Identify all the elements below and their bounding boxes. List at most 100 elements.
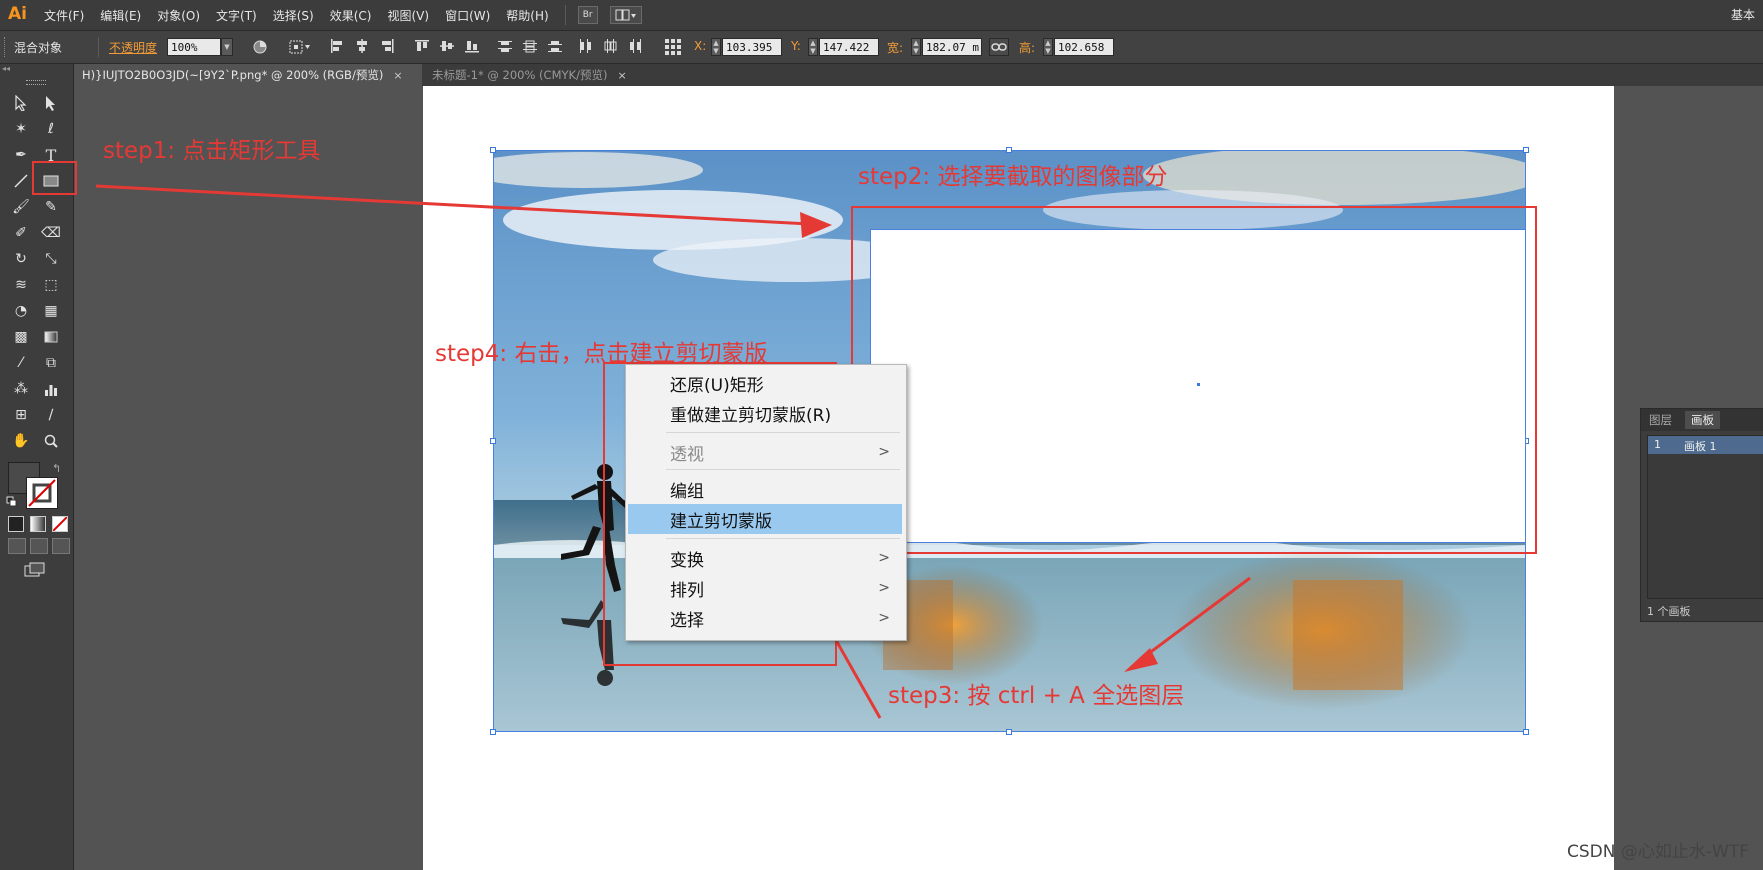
menu-item-redo-clipping-mask[interactable]: 重做建立剪切蒙版(R) xyxy=(628,398,902,428)
lasso-tool-icon[interactable]: ℓ xyxy=(40,118,62,140)
x-field[interactable]: 103.395 xyxy=(722,38,782,56)
menu-item-group[interactable]: 编组 xyxy=(628,474,902,504)
reference-point-icon[interactable] xyxy=(288,39,312,58)
perspective-grid-tool-icon[interactable]: ▦ xyxy=(40,300,62,322)
artboard-tool-icon[interactable]: ⊞ xyxy=(10,404,32,426)
screen-mode-icon[interactable] xyxy=(24,562,46,581)
menu-item-transform[interactable]: 变换 > xyxy=(628,543,902,573)
hand-tool-icon[interactable]: ✋ xyxy=(10,430,32,452)
none-mode-icon[interactable] xyxy=(52,516,68,532)
distribute-right-icon[interactable] xyxy=(628,39,642,56)
default-colors-icon[interactable] xyxy=(6,496,18,511)
resize-handle-tl[interactable] xyxy=(490,147,496,153)
paintbrush-tool-icon[interactable]: 🖌 xyxy=(10,196,32,218)
distribute-bottom-icon[interactable] xyxy=(548,39,562,56)
close-icon[interactable]: × xyxy=(393,69,402,82)
arrange-documents-button[interactable] xyxy=(609,6,642,24)
grip-handle[interactable] xyxy=(4,37,9,57)
menu-item-perspective[interactable]: 透视 > xyxy=(628,437,902,467)
width-field[interactable]: 182.07 m xyxy=(922,38,982,56)
height-stepper[interactable]: ▲ ▼ xyxy=(1043,38,1053,56)
blend-tool-icon[interactable]: ⧉ xyxy=(40,352,62,374)
tab-layers[interactable]: 图层 xyxy=(1643,411,1678,429)
workspace-switcher[interactable]: 基本 xyxy=(1731,6,1755,23)
width-tool-icon[interactable]: ≋ xyxy=(10,274,32,296)
resize-handle-tr[interactable] xyxy=(1523,147,1529,153)
color-mode-icon[interactable] xyxy=(8,516,24,532)
constrain-proportions-button[interactable] xyxy=(989,38,1009,56)
free-transform-tool-icon[interactable]: ⬚ xyxy=(40,274,62,296)
menu-window[interactable]: 窗口(W) xyxy=(445,7,490,24)
eraser-tool-icon[interactable]: ⌫ xyxy=(40,222,62,244)
menu-item-arrange[interactable]: 排列 > xyxy=(628,573,902,603)
tab-png-document[interactable]: H)}IUJTO2B0O3JD(~[9Y2`P.png* @ 200% (RGB… xyxy=(74,64,422,86)
slice-tool-icon[interactable]: ∕ xyxy=(40,404,62,426)
resize-handle-tc[interactable] xyxy=(1006,147,1012,153)
zoom-tool-icon[interactable] xyxy=(40,430,62,452)
align-vcenter-icon[interactable] xyxy=(440,39,454,56)
distribute-top-icon[interactable] xyxy=(498,39,512,56)
direct-selection-tool-icon[interactable] xyxy=(40,92,62,114)
resize-handle-ml[interactable] xyxy=(490,438,496,444)
symbol-sprayer-tool-icon[interactable]: ⁂ xyxy=(10,378,32,400)
menu-view[interactable]: 视图(V) xyxy=(387,7,429,24)
scale-tool-icon[interactable]: ⤡ xyxy=(40,248,62,270)
list-item[interactable]: 1 画板 1 xyxy=(1648,436,1763,454)
line-tool-icon[interactable] xyxy=(10,170,32,192)
tab-artboards[interactable]: 画板 xyxy=(1685,411,1720,429)
align-hcenter-icon[interactable] xyxy=(355,39,369,56)
y-field[interactable]: 147.422 xyxy=(819,38,879,56)
toolbox-grip[interactable] xyxy=(26,80,46,85)
draw-normal-icon[interactable] xyxy=(8,538,26,554)
rotate-tool-icon[interactable]: ↻ xyxy=(10,248,32,270)
recolor-icon[interactable] xyxy=(252,39,268,58)
menu-item-undo-rectangle[interactable]: 还原(U)矩形 xyxy=(628,368,902,398)
bridge-button[interactable]: Br xyxy=(577,6,598,24)
distribute-left-icon[interactable] xyxy=(578,39,592,56)
stroke-swatch[interactable] xyxy=(26,477,58,509)
menu-object[interactable]: 对象(O) xyxy=(157,7,200,24)
x-stepper[interactable]: ▲ ▼ xyxy=(711,38,721,56)
y-stepper[interactable]: ▲ ▼ xyxy=(808,38,818,56)
menu-help[interactable]: 帮助(H) xyxy=(506,7,548,24)
menu-effect[interactable]: 效果(C) xyxy=(330,7,372,24)
opacity-dropdown[interactable]: ▼ xyxy=(221,38,233,56)
menu-item-make-clipping-mask[interactable]: 建立剪切蒙版 xyxy=(628,504,902,534)
menu-file[interactable]: 文件(F) xyxy=(44,7,84,24)
opacity-link[interactable]: 不透明度 xyxy=(109,39,157,56)
tab-untitled-document[interactable]: 未标题-1* @ 200% (CMYK/预览) × xyxy=(424,64,636,86)
menu-item-select[interactable]: 选择 > xyxy=(628,603,902,633)
resize-handle-br[interactable] xyxy=(1523,729,1529,735)
mesh-tool-icon[interactable]: ▩ xyxy=(10,326,32,348)
magic-wand-tool-icon[interactable]: ✶ xyxy=(10,118,32,140)
resize-handle-bc[interactable] xyxy=(1006,729,1012,735)
eyedropper-tool-icon[interactable]: ⁄ xyxy=(10,352,32,374)
distribute-vcenter-icon[interactable] xyxy=(523,39,537,56)
distribute-hcenter-icon[interactable] xyxy=(603,39,617,56)
swap-fill-stroke-icon[interactable]: ↰ xyxy=(52,462,61,475)
resize-handle-bl[interactable] xyxy=(490,729,496,735)
align-left-icon[interactable] xyxy=(330,39,344,56)
toolbox-collapse-icon[interactable]: ◂◂ xyxy=(2,64,70,74)
pen-tool-icon[interactable]: ✒ xyxy=(10,144,32,166)
gradient-tool-icon[interactable] xyxy=(40,326,62,348)
align-right-icon[interactable] xyxy=(380,39,394,56)
selection-tool-icon[interactable] xyxy=(10,92,32,114)
menu-select[interactable]: 选择(S) xyxy=(273,7,314,24)
blob-brush-tool-icon[interactable]: ✐ xyxy=(10,222,32,244)
pencil-tool-icon[interactable]: ✎ xyxy=(40,196,62,218)
height-field[interactable]: 102.658 xyxy=(1054,38,1114,56)
column-graph-tool-icon[interactable] xyxy=(40,378,62,400)
transform-reference-icon[interactable] xyxy=(664,38,682,59)
menu-edit[interactable]: 编辑(E) xyxy=(100,7,141,24)
draw-behind-icon[interactable] xyxy=(30,538,48,554)
menu-type[interactable]: 文字(T) xyxy=(216,7,257,24)
gradient-mode-icon[interactable] xyxy=(30,516,46,532)
align-top-icon[interactable] xyxy=(415,39,429,56)
opacity-field[interactable]: 100% xyxy=(167,38,221,56)
width-stepper[interactable]: ▲ ▼ xyxy=(911,38,921,56)
shape-builder-tool-icon[interactable]: ◔ xyxy=(10,300,32,322)
align-bottom-icon[interactable] xyxy=(465,39,479,56)
draw-inside-icon[interactable] xyxy=(52,538,70,554)
close-icon[interactable]: × xyxy=(617,69,626,82)
